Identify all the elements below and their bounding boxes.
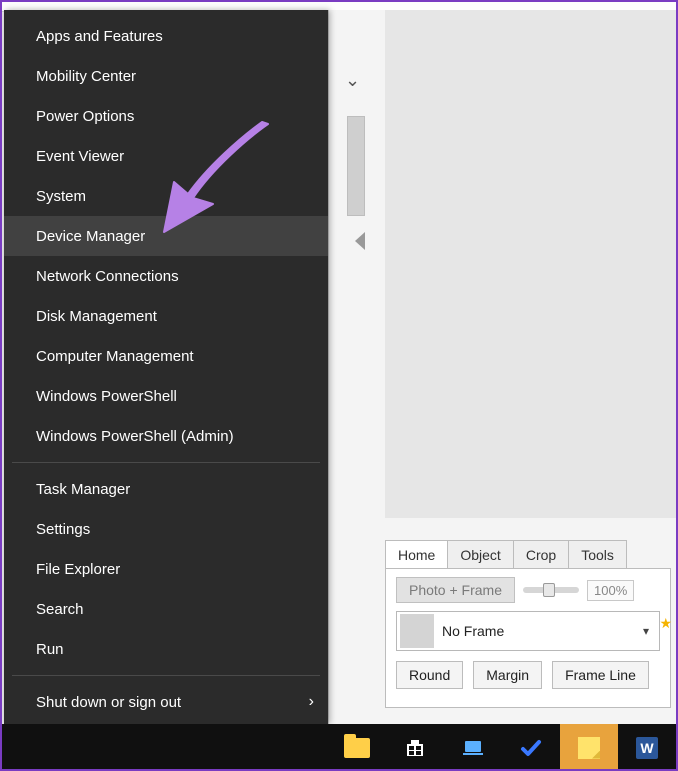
button-label: Round — [409, 667, 450, 683]
screenshot-root: ⌄ Home Object Crop Tools Photo + Frame 1… — [0, 0, 678, 771]
background-app-pane: ⌄ Home Object Crop Tools Photo + Frame 1… — [328, 10, 676, 724]
chevron-right-icon: › — [309, 693, 314, 711]
winx-apps-features[interactable]: Apps and Features — [4, 16, 328, 56]
round-button[interactable]: Round — [396, 661, 463, 689]
tab-home[interactable]: Home — [385, 540, 448, 569]
menu-item-label: Mobility Center — [36, 68, 136, 85]
panel-tabs: Home Object Crop Tools — [385, 540, 626, 569]
frame-swatch — [400, 614, 434, 648]
taskbar: W — [0, 724, 678, 771]
tab-label: Home — [398, 547, 435, 563]
note-icon — [578, 737, 600, 759]
task-sticky-notes[interactable] — [560, 724, 618, 771]
winx-event-viewer[interactable]: Event Viewer — [4, 136, 328, 176]
winx-settings[interactable]: Settings — [4, 509, 328, 549]
tab-tools[interactable]: Tools — [568, 540, 627, 569]
menu-item-label: Windows PowerShell (Admin) — [36, 428, 234, 445]
frame-dropdown-label: No Frame — [442, 623, 633, 639]
winx-powershell[interactable]: Windows PowerShell — [4, 376, 328, 416]
task-device[interactable] — [444, 724, 502, 771]
tab-label: Object — [460, 547, 500, 563]
menu-item-label: System — [36, 188, 86, 205]
tab-home-content: Photo + Frame 100% No Frame ▾ ★ Round Ma… — [385, 568, 671, 708]
winx-network-connections[interactable]: Network Connections — [4, 256, 328, 296]
winx-mobility-center[interactable]: Mobility Center — [4, 56, 328, 96]
task-word[interactable]: W — [618, 724, 676, 771]
winx-search[interactable]: Search — [4, 589, 328, 629]
winx-power-user-menu: Apps and Features Mobility Center Power Op… — [4, 10, 328, 724]
winx-file-explorer[interactable]: File Explorer — [4, 549, 328, 589]
button-label: Photo + Frame — [409, 582, 502, 598]
menu-separator — [12, 462, 320, 463]
winx-system[interactable]: System — [4, 176, 328, 216]
chevron-down-icon[interactable]: ⌄ — [345, 70, 360, 91]
tab-crop[interactable]: Crop — [513, 540, 569, 569]
word-icon: W — [636, 737, 658, 759]
frame-line-button[interactable]: Frame Line — [552, 661, 649, 689]
menu-item-label: Power Options — [36, 108, 134, 125]
chevron-down-icon: ▾ — [633, 624, 659, 638]
zoom-value: 100% — [594, 583, 627, 598]
menu-item-label: Search — [36, 601, 84, 618]
tab-label: Tools — [581, 547, 614, 563]
menu-item-label: Disk Management — [36, 308, 157, 325]
task-file-explorer[interactable] — [328, 724, 386, 771]
winx-powershell-admin[interactable]: Windows PowerShell (Admin) — [4, 416, 328, 456]
tab-object[interactable]: Object — [447, 540, 513, 569]
photo-plus-frame-button[interactable]: Photo + Frame — [396, 577, 515, 603]
frame-dropdown[interactable]: No Frame ▾ — [396, 611, 660, 651]
menu-item-label: Computer Management — [36, 348, 194, 365]
winx-disk-management[interactable]: Disk Management — [4, 296, 328, 336]
menu-item-label: File Explorer — [36, 561, 120, 578]
menu-separator — [12, 675, 320, 676]
button-label: Margin — [486, 667, 529, 683]
task-store[interactable] — [386, 724, 444, 771]
tab-label: Crop — [526, 547, 556, 563]
margin-button[interactable]: Margin — [473, 661, 542, 689]
winx-device-manager[interactable]: Device Manager — [4, 216, 328, 256]
winx-run[interactable]: Run — [4, 629, 328, 669]
task-todo[interactable] — [502, 724, 560, 771]
menu-item-label: Windows PowerShell — [36, 388, 177, 405]
vertical-scroll-thumb[interactable] — [347, 116, 365, 216]
check-icon — [519, 736, 543, 760]
menu-item-label: Shut down or sign out — [36, 694, 181, 711]
button-label: Frame Line — [565, 667, 636, 683]
editor-canvas[interactable] — [385, 10, 677, 518]
menu-item-label: Apps and Features — [36, 28, 163, 45]
zoom-slider[interactable] — [523, 587, 579, 593]
winx-task-manager[interactable]: Task Manager — [4, 469, 328, 509]
menu-item-label: Task Manager — [36, 481, 130, 498]
laptop-icon — [461, 736, 485, 760]
winx-shutdown-signout[interactable]: Shut down or sign out › — [4, 682, 328, 722]
winx-power-options[interactable]: Power Options — [4, 96, 328, 136]
menu-item-label: Event Viewer — [36, 148, 124, 165]
slider-knob[interactable] — [543, 583, 555, 597]
winx-computer-management[interactable]: Computer Management — [4, 336, 328, 376]
menu-item-label: Settings — [36, 521, 90, 538]
collapse-handle-icon[interactable] — [355, 232, 365, 250]
menu-item-label: Device Manager — [36, 228, 145, 245]
folder-icon — [344, 738, 370, 758]
favorite-star-icon[interactable]: ★ — [659, 615, 672, 632]
menu-item-label: Network Connections — [36, 268, 179, 285]
menu-item-label: Run — [36, 641, 64, 658]
store-icon — [403, 736, 427, 760]
zoom-value-box[interactable]: 100% — [587, 580, 634, 601]
taskbar-left-occluded — [0, 724, 328, 771]
